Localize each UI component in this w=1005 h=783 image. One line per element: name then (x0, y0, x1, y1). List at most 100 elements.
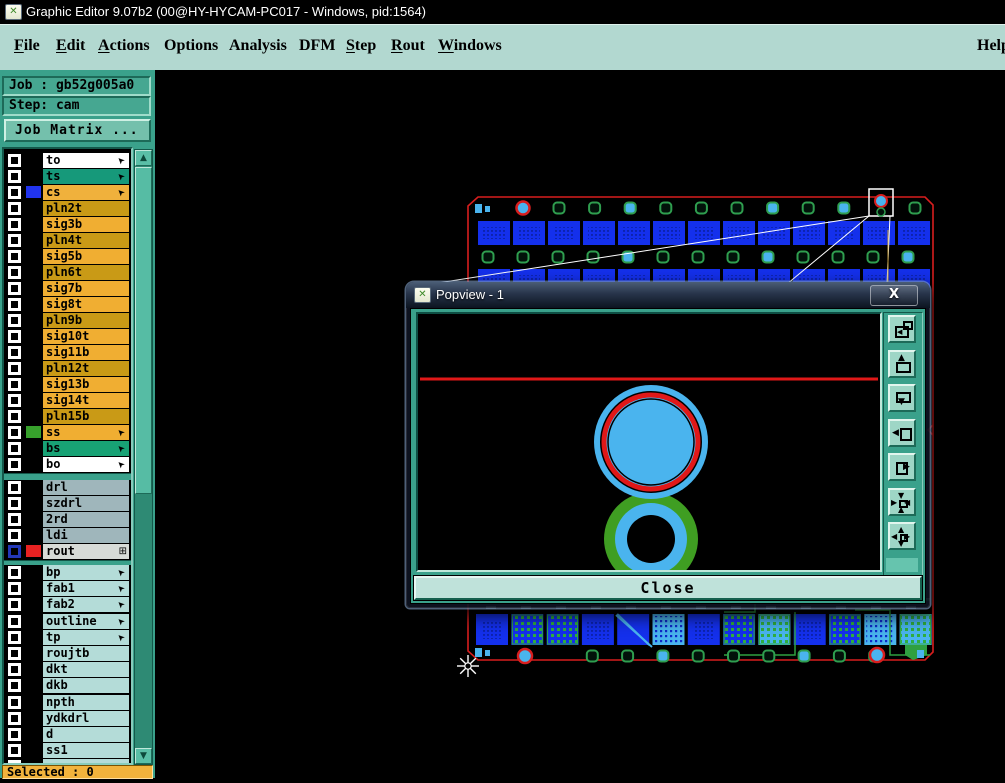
layer-row-2rd[interactable]: 2rd (4, 512, 131, 527)
menu-help[interactable]: Help (977, 37, 1005, 55)
menu-analysis[interactable]: Analysis (229, 37, 287, 55)
layer-row-sig7b[interactable]: sig7b (4, 281, 131, 296)
layer-checkbox[interactable] (8, 378, 21, 391)
layer-row-pln4t[interactable]: pln4t (4, 233, 131, 248)
zoom-fit-button[interactable]: ▼ ▲ ▶ ◀ (888, 487, 916, 516)
layer-checkbox[interactable] (8, 442, 21, 455)
layer-checkbox[interactable] (8, 614, 21, 628)
popview-titlebar[interactable]: ✕ Popview - 1 X (406, 282, 930, 308)
popview-canvas[interactable] (416, 312, 882, 586)
layer-checkbox[interactable] (8, 234, 21, 247)
layer-row-ldi[interactable]: ldi (4, 528, 131, 543)
layer-row-sig5b[interactable]: sig5b (4, 249, 131, 264)
layer-row-pln12t[interactable]: pln12t (4, 361, 131, 376)
layer-row-sig14t[interactable]: sig14t (4, 393, 131, 408)
shift-down-button[interactable]: ▼ (888, 384, 916, 412)
scrollbar-thumb[interactable] (135, 167, 152, 494)
shift-left-button[interactable]: ◀ (888, 418, 916, 447)
layer-checkbox[interactable] (8, 186, 21, 199)
layer-checkbox[interactable] (8, 314, 21, 327)
layer-row-sig3b[interactable]: sig3b (4, 217, 131, 232)
layer-list-scrollbar[interactable]: ▲ ▼ (134, 149, 153, 765)
menu-windows[interactable]: Windows (438, 37, 502, 55)
layer-row-bo[interactable]: bo ➤ (4, 457, 131, 472)
scroll-down-icon[interactable]: ▼ (135, 748, 152, 764)
menu-edit[interactable]: Edit (56, 37, 85, 55)
layer-row-ss1[interactable]: ss1 (4, 743, 131, 759)
layer-checkbox[interactable] (8, 410, 21, 423)
layer-row-bp[interactable]: bp ➤ (4, 565, 131, 580)
layer-checkbox[interactable] (8, 598, 21, 612)
layer-checkbox[interactable] (8, 330, 21, 343)
layer-row-outline[interactable]: outline ➤ (4, 613, 131, 629)
layer-checkbox[interactable] (8, 426, 21, 439)
layer-row-szdrl[interactable]: szdrl (4, 496, 131, 511)
layer-checkbox[interactable] (8, 250, 21, 263)
layer-checkbox[interactable] (8, 346, 21, 359)
popview-close-icon[interactable]: X (870, 285, 918, 306)
layer-row-ydkdrl[interactable]: ydkdrl (4, 710, 131, 726)
layer-checkbox[interactable] (8, 711, 21, 725)
popview-window[interactable]: ✕ Popview - 1 X ◀ ▲ ▼ ◀ ▶ ▼ ▲ ▶ ◀ ▲ ▼ ◀ ▶ Close (406, 282, 930, 608)
layer-checkbox[interactable] (8, 154, 21, 167)
layer-row-sig10t[interactable]: sig10t (4, 329, 131, 344)
layer-checkbox[interactable] (8, 679, 21, 693)
layer-checkbox[interactable] (8, 582, 21, 596)
layer-row-dkb[interactable]: dkb (4, 678, 131, 694)
layer-row-sig13b[interactable]: sig13b (4, 377, 131, 392)
layer-checkbox[interactable] (8, 695, 21, 709)
layer-row-pln15b[interactable]: pln15b (4, 409, 131, 424)
layer-row-tp[interactable]: tp ➤ (4, 629, 131, 645)
layer-row-pln2t[interactable]: pln2t (4, 201, 131, 216)
menu-rout[interactable]: Rout (391, 37, 425, 55)
layer-row-ss[interactable]: ss ➤ (4, 425, 131, 440)
layer-checkbox[interactable] (8, 282, 21, 295)
layer-checkbox[interactable] (8, 545, 21, 558)
layer-row-rout[interactable]: rout ⊞ (4, 544, 131, 559)
layer-checkbox[interactable] (8, 663, 21, 677)
job-matrix-button[interactable]: Job Matrix ... (4, 119, 151, 142)
menu-options[interactable]: Options (164, 37, 218, 55)
layer-row-dkt[interactable]: dkt (4, 662, 131, 678)
layer-row-to[interactable]: to ➤ (4, 153, 131, 168)
shift-up-button[interactable]: ▲ (888, 349, 916, 378)
layer-checkbox[interactable] (8, 202, 21, 215)
menu-dfm[interactable]: DFM (299, 37, 335, 55)
new-popview-button[interactable]: ◀ (888, 315, 916, 343)
layer-row-sig11b[interactable]: sig11b (4, 345, 131, 360)
layer-checkbox[interactable] (8, 566, 21, 579)
layer-row-drl[interactable]: drl (4, 480, 131, 495)
layer-checkbox[interactable] (8, 744, 21, 758)
layer-row-fab2[interactable]: fab2 ➤ (4, 597, 131, 613)
menu-file[interactable]: File (14, 37, 40, 55)
layer-checkbox[interactable] (8, 481, 21, 494)
layer-row-sig8t[interactable]: sig8t (4, 297, 131, 312)
layer-row-pln9b[interactable]: pln9b (4, 313, 131, 328)
layer-checkbox[interactable] (8, 298, 21, 311)
layer-row-bs[interactable]: bs ➤ (4, 441, 131, 456)
layer-checkbox[interactable] (8, 630, 21, 644)
layer-row-fab1[interactable]: fab1 ➤ (4, 581, 131, 597)
layer-checkbox[interactable] (8, 458, 21, 471)
layer-checkbox[interactable] (8, 647, 21, 660)
shift-right-button[interactable]: ▶ (888, 453, 916, 481)
layer-checkbox[interactable] (8, 362, 21, 375)
layer-checkbox[interactable] (8, 218, 21, 231)
layer-checkbox[interactable] (8, 513, 21, 526)
layer-row-d[interactable]: d (4, 727, 131, 742)
layer-row-npth[interactable]: npth (4, 694, 131, 710)
menu-actions[interactable]: Actions (98, 37, 150, 55)
pan-button[interactable]: ▲ ▼ ◀ ▶ (888, 522, 916, 550)
layer-checkbox[interactable] (8, 497, 21, 510)
layer-checkbox[interactable] (8, 266, 21, 279)
layer-checkbox[interactable] (8, 529, 21, 542)
layer-row-cs[interactable]: cs ➤ (4, 185, 131, 200)
scroll-up-icon[interactable]: ▲ (135, 150, 152, 166)
layer-row-roujtb[interactable]: roujtb (4, 646, 131, 661)
layer-row-pln6t[interactable]: pln6t (4, 265, 131, 280)
layer-checkbox[interactable] (8, 728, 21, 741)
window-titlebar[interactable]: ✕ Graphic Editor 9.07b2 (00@HY-HYCAM-PC0… (0, 0, 1005, 25)
layer-checkbox[interactable] (8, 170, 21, 183)
layer-checkbox[interactable] (8, 394, 21, 407)
close-button[interactable]: Close (413, 575, 923, 601)
